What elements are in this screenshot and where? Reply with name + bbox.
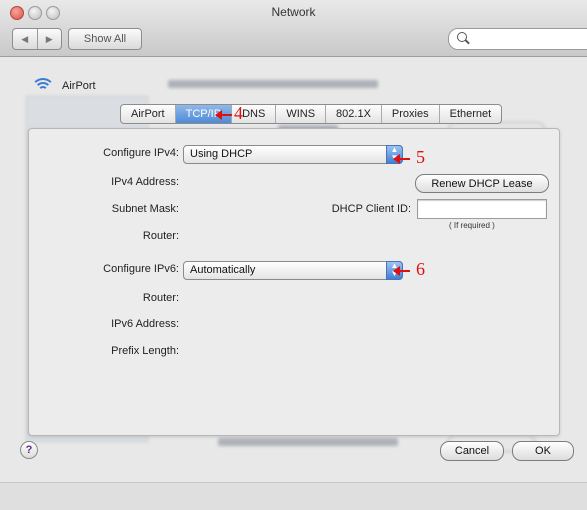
tab-airport[interactable]: AirPort — [121, 105, 175, 123]
ok-button[interactable]: OK — [512, 441, 574, 461]
search-icon — [457, 32, 467, 42]
annotation-marker-6: 6 — [416, 259, 425, 279]
search-field[interactable] — [448, 28, 587, 50]
settings-tab-bar: AirPort TCP/IP DNS WINS 802.1X Proxies E… — [120, 104, 503, 124]
dhcp-client-id-label: DHCP Client ID: — [331, 203, 411, 215]
ipv4-router-label: Router: — [142, 230, 179, 242]
annotation-marker-5: 5 — [416, 147, 425, 167]
subnet-mask-label: Subnet Mask: — [111, 203, 179, 215]
configure-ipv6-value: Automatically — [190, 264, 256, 276]
configure-ipv6-popup[interactable]: Automatically ▲▼ — [183, 261, 403, 280]
tab-wins[interactable]: WINS — [275, 105, 325, 123]
prefix-length-label: Prefix Length: — [111, 345, 179, 357]
advanced-settings-sheet: AirPort AirPort TCP/IP DNS WINS 802.1X P… — [18, 70, 573, 482]
airport-label: AirPort — [62, 80, 96, 92]
title-bar: Network ◀ ▶ Show All — [0, 0, 587, 57]
back-button[interactable]: ◀ — [13, 29, 37, 49]
forward-button[interactable]: ▶ — [36, 29, 62, 49]
if-required-note: ( If required ) — [449, 221, 495, 230]
ipv4-address-label: IPv4 Address: — [111, 176, 179, 188]
configure-ipv6-label: Configure IPv6: — [103, 263, 179, 275]
configure-ipv4-popup[interactable]: Using DHCP ▲▼ — [183, 145, 403, 164]
renew-dhcp-lease-button[interactable]: Renew DHCP Lease — [415, 174, 549, 193]
network-preferences-window: Network ◀ ▶ Show All AirPort AirPort TCP… — [0, 0, 587, 510]
configure-ipv4-label: Configure IPv4: — [103, 147, 179, 159]
help-button[interactable]: ? — [20, 441, 38, 459]
tab-proxies[interactable]: Proxies — [380, 105, 439, 123]
airport-header: AirPort — [31, 78, 96, 94]
tab-ethernet[interactable]: Ethernet — [438, 105, 502, 123]
annotation-marker-4: 4 — [234, 103, 243, 123]
wifi-icon — [31, 78, 55, 94]
window-title: Network — [271, 5, 316, 19]
ipv6-address-label: IPv6 Address: — [111, 318, 179, 330]
back-forward-group: ◀ ▶ — [12, 28, 62, 50]
ipv6-router-label: Router: — [142, 292, 179, 304]
configure-ipv4-value: Using DHCP — [190, 148, 253, 160]
annotation-arrow-4 — [215, 110, 232, 120]
blurred-bottom-bar — [0, 482, 587, 510]
cancel-button[interactable]: Cancel — [440, 441, 504, 461]
tab-802-1x[interactable]: 802.1X — [325, 105, 381, 123]
annotation-arrow-5 — [393, 154, 410, 164]
show-all-button[interactable]: Show All — [68, 28, 142, 50]
tcp-ip-panel: Configure IPv4: Using DHCP ▲▼ IPv4 Addre… — [28, 128, 560, 436]
annotation-arrow-6 — [393, 266, 410, 276]
dhcp-client-id-field[interactable] — [417, 199, 547, 219]
